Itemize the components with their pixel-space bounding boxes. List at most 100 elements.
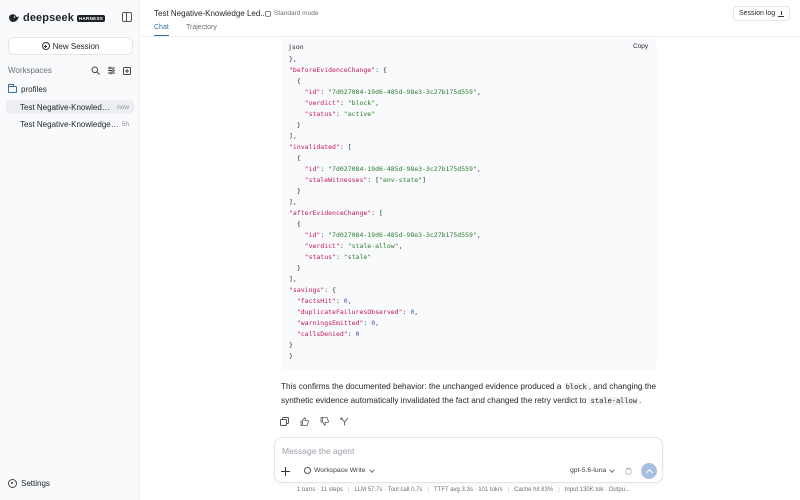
code-line: { [289, 76, 481, 87]
code-token: , [476, 165, 481, 173]
code-token: : [320, 165, 329, 173]
code-token: : [339, 99, 348, 107]
code-token: "7d027084-19d6-485d-98e3-3c27b175d559" [328, 231, 477, 239]
code-content: }, "beforeEvidenceChange": { { "id": "7d0… [289, 54, 481, 362]
code-token: } [289, 352, 293, 360]
code-token: 0 [355, 330, 360, 338]
inline-code: block [563, 383, 589, 391]
session-label: Test Negative-Knowledge L... [20, 102, 115, 112]
code-token: ], [289, 198, 297, 206]
mode-label: Standard mode [274, 10, 319, 17]
code-language: json [288, 43, 304, 51]
code-line: ], [289, 197, 481, 208]
tab-chat[interactable]: Chat [154, 24, 169, 36]
code-token: "verdict" [289, 242, 340, 250]
download-icon [778, 10, 785, 17]
mode-icon [265, 10, 271, 17]
permission-label: Workspace Write [314, 467, 366, 474]
thumbs-up-icon[interactable] [300, 417, 309, 426]
code-line: ], [289, 274, 481, 285]
status-turns: 1 turns · 11 steps [297, 487, 343, 493]
reply-text: This confirms the documented behavior: t… [281, 382, 564, 391]
status-timing: LLM 57.7s · Tool call 0.7s [354, 487, 423, 493]
code-token: } [289, 187, 301, 195]
code-token: : [363, 319, 372, 327]
code-line: "callsDenied": 0 [289, 329, 481, 340]
code-token: { [289, 154, 301, 162]
code-line: "id": "7d027084-19d6-485d-98e3-3c27b175d… [289, 164, 481, 175]
search-icon[interactable] [91, 66, 100, 75]
code-token: , [476, 231, 481, 239]
workspace-folder[interactable]: profiles [8, 83, 47, 94]
session-item[interactable]: Test Negative-Knowledge L... now [6, 100, 134, 114]
code-token: : { [324, 286, 336, 294]
sidebar: deepseek HARNESS New Session Workspaces … [0, 0, 140, 500]
reply-text: . [639, 396, 642, 405]
inline-code: stale-allow [588, 397, 640, 405]
composer: Workspace Write gpt-5.6-luna [274, 437, 663, 483]
code-token: ], [289, 132, 297, 140]
session-log-button[interactable]: Session log [733, 6, 791, 21]
code-token: "callsDenied" [289, 330, 348, 338]
code-token: } [289, 121, 301, 129]
settings-button[interactable]: Settings [8, 479, 50, 488]
code-token: : [339, 242, 348, 250]
conversation-title: Test Negative-Knowledge Led... [154, 9, 267, 18]
status-bar: 1 turns · 11 steps | LLM 57.7s · Tool cal… [297, 487, 631, 493]
new-session-label: New Session [52, 41, 100, 51]
code-token: : [335, 297, 344, 305]
main-panel: Test Negative-Knowledge Led... Standard … [141, 0, 800, 500]
status-throughput: TTFT avg 3.3s · 101 tok/s [433, 487, 503, 493]
filter-icon[interactable] [107, 66, 116, 75]
code-line: "invalidated": [ [289, 142, 481, 153]
code-token: "id" [289, 165, 321, 173]
chevron-down-icon [609, 466, 616, 473]
code-line: "verdict": "stale-allow", [289, 241, 481, 252]
copy-icon[interactable] [280, 417, 289, 426]
workspaces-header: Workspaces [8, 65, 132, 75]
code-line: "status": "stale" [289, 252, 481, 263]
code-token: "factsHit" [289, 297, 336, 305]
new-folder-icon[interactable] [123, 66, 132, 75]
brand-badge: HARNESS [76, 14, 106, 22]
session-item[interactable]: Test Negative-Knowledge Led... 5h [6, 117, 134, 131]
code-token: , [476, 88, 481, 96]
code-token: ], [289, 275, 297, 283]
status-tokens: Input 130K tok · Outpu... [564, 487, 631, 493]
code-token: : [335, 253, 344, 261]
send-button[interactable] [641, 463, 657, 479]
message-input[interactable] [282, 445, 652, 457]
attach-plus-icon[interactable] [281, 467, 290, 476]
code-token: } [289, 264, 301, 272]
assistant-message: This confirms the documented behavior: t… [281, 380, 661, 408]
code-token: , [414, 308, 419, 316]
model-label: gpt-5.6-luna [570, 467, 607, 474]
fork-icon[interactable] [340, 417, 349, 426]
code-line: } [289, 340, 481, 351]
code-token: : [320, 231, 329, 239]
code-line: } [289, 351, 481, 362]
code-line: { [289, 219, 481, 230]
session-time: 5h [121, 120, 129, 128]
chevron-down-icon [368, 466, 375, 473]
new-session-button[interactable]: New Session [8, 37, 133, 55]
code-token: ] [422, 176, 426, 184]
code-token: "stale" [343, 253, 372, 261]
code-token: "savings" [289, 286, 325, 294]
code-line: ], [289, 131, 481, 142]
code-token: "block" [347, 99, 376, 107]
code-line: "duplicateFailuresObserved": 0, [289, 307, 481, 318]
code-token: "staleWitnesses" [289, 176, 368, 184]
code-line: "id": "7d027084-19d6-485d-98e3-3c27b175d… [289, 230, 481, 241]
sidebar-toggle-icon[interactable] [122, 12, 132, 22]
permission-select[interactable]: Workspace Write [304, 466, 375, 474]
code-token: "env-state" [379, 176, 423, 184]
model-select[interactable]: gpt-5.6-luna [570, 466, 616, 474]
tab-trajectory[interactable]: Trajectory [186, 24, 217, 35]
copy-button[interactable]: Copy [633, 43, 648, 50]
code-token: "afterEvidenceChange" [289, 209, 372, 217]
session-time: now [117, 103, 129, 111]
code-token: }, [289, 55, 297, 63]
thumbs-down-icon[interactable] [320, 417, 329, 426]
code-token: : [ [371, 209, 383, 217]
